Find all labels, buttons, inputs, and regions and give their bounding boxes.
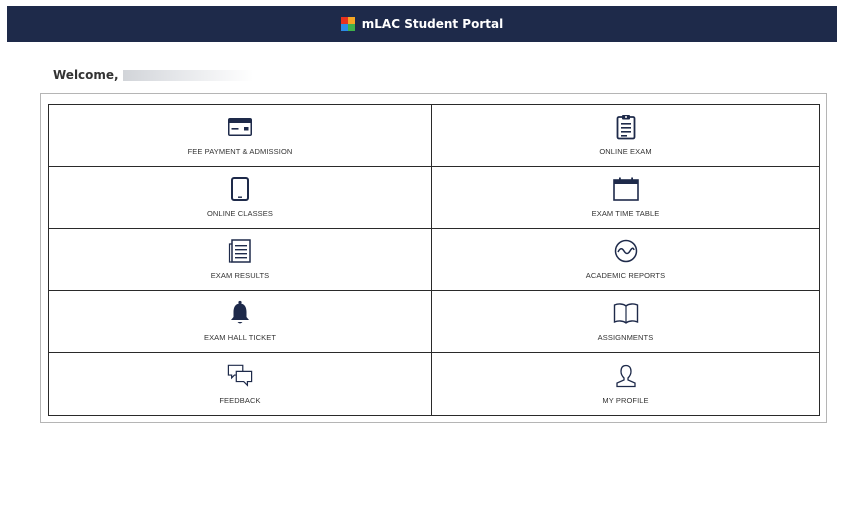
welcome-greeting: Welcome,	[53, 68, 119, 82]
tile-label: ACADEMIC REPORTS	[585, 271, 666, 280]
tile-label: ASSIGNMENTS	[597, 333, 654, 342]
tablet-icon	[227, 177, 253, 201]
tile-label: FEEDBACK	[219, 395, 261, 405]
tile-academic-reports[interactable]: ACADEMIC REPORTS	[432, 229, 819, 291]
tile-label: EXAM RESULTS	[210, 271, 270, 280]
tile-label: EXAM TIME TABLE	[591, 209, 660, 218]
bell-icon	[227, 300, 253, 325]
tile-assignments[interactable]: ASSIGNMENTS	[432, 291, 819, 353]
dashboard-panel: FEE PAYMENT & ADMISSION ONLINE EXAM ONLI…	[40, 93, 827, 423]
tile-label: EXAM HALL TICKET	[203, 333, 277, 342]
calendar-icon	[612, 177, 639, 201]
dashboard-tile-grid: FEE PAYMENT & ADMISSION ONLINE EXAM ONLI…	[48, 104, 820, 416]
tile-label: ONLINE EXAM	[599, 147, 652, 156]
redacted-user-name	[122, 69, 253, 81]
tile-feedback[interactable]: FEEDBACK	[49, 353, 432, 415]
brand[interactable]: mLAC Student Portal	[340, 17, 504, 31]
tile-label: ONLINE CLASSES	[206, 209, 273, 218]
tile-exam-hall-ticket[interactable]: EXAM HALL TICKET	[49, 291, 432, 353]
tile-fee-payment-admission[interactable]: FEE PAYMENT & ADMISSION	[49, 105, 432, 167]
top-header-bar: mLAC Student Portal	[7, 6, 837, 42]
mlac-logo-icon	[340, 17, 355, 31]
clipboard-icon	[613, 115, 639, 140]
open-book-icon	[613, 301, 639, 325]
tile-online-classes[interactable]: ONLINE CLASSES	[49, 167, 432, 229]
tile-exam-time-table[interactable]: EXAM TIME TABLE	[432, 167, 819, 229]
tile-exam-results[interactable]: EXAM RESULTS	[49, 229, 432, 291]
chat-bubbles-icon	[227, 364, 253, 388]
tile-label: MY PROFILE	[602, 395, 649, 405]
tile-label: FEE PAYMENT & ADMISSION	[187, 147, 293, 156]
portal-title: mLAC Student Portal	[361, 17, 504, 31]
pulse-circle-icon	[613, 239, 639, 263]
tile-online-exam[interactable]: ONLINE EXAM	[432, 105, 819, 167]
document-list-icon	[227, 239, 253, 263]
credit-card-icon	[227, 115, 253, 139]
user-icon	[613, 364, 639, 388]
welcome-message: Welcome,	[53, 68, 253, 82]
tile-my-profile[interactable]: MY PROFILE	[432, 353, 819, 415]
